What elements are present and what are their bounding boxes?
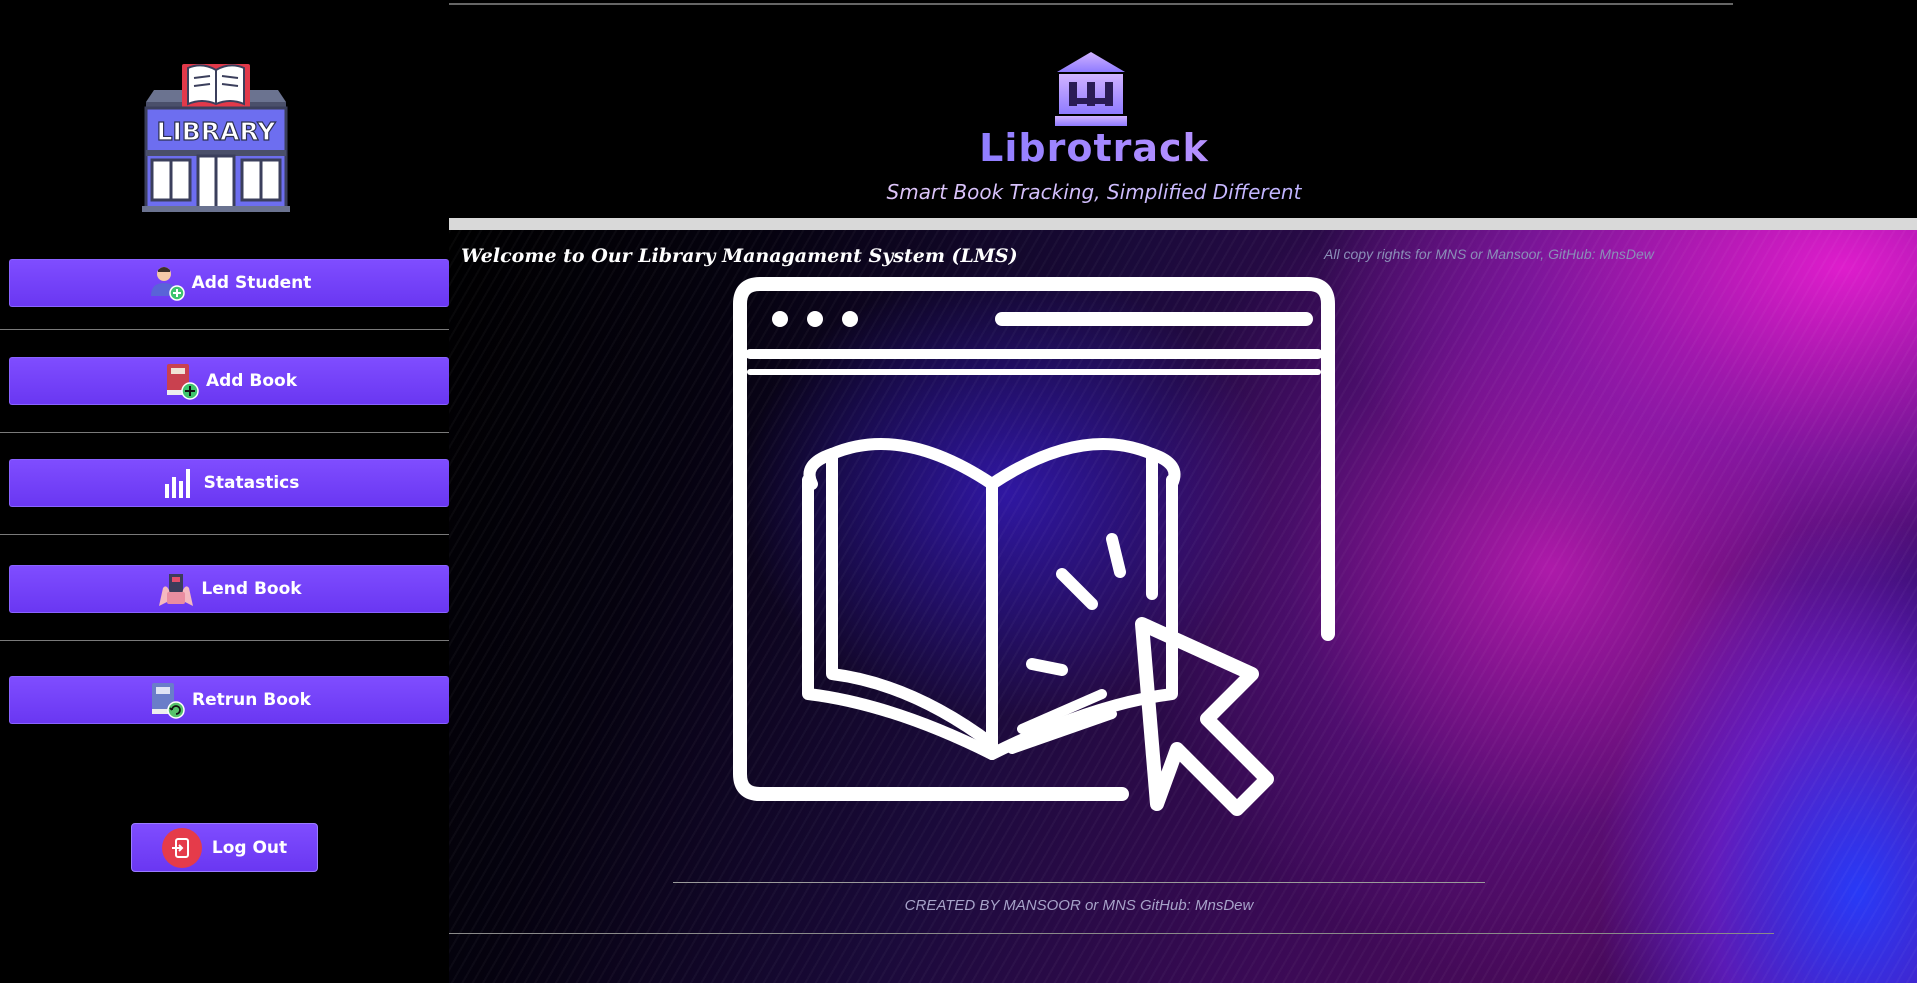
log-out-button[interactable]: Log Out — [131, 823, 318, 872]
tagline: Smart Book Tracking, Simplified Differen… — [449, 180, 1739, 204]
add-student-label: Add Student — [191, 273, 312, 293]
welcome-text: Welcome to Our Library Managament System… — [461, 245, 1018, 267]
header: Librotrack Smart Book Tracking, Simplifi… — [449, 0, 1917, 218]
footer-credit: CREATED BY MANSOOR or MNS GitHub: MnsDew — [904, 897, 1254, 914]
main-content: Welcome to Our Library Managament System… — [449, 230, 1917, 983]
separator — [0, 329, 449, 330]
statistics-button[interactable]: Statastics — [9, 459, 449, 507]
library-logo-text: LIBRARY — [157, 117, 277, 146]
return-book-button[interactable]: Retrun Book — [9, 676, 449, 724]
header-top-line — [449, 3, 1733, 5]
add-book-label: Add Book — [205, 371, 298, 391]
sidebar: LIBRARY Add Student Add Book Statastics … — [0, 0, 449, 983]
online-library-illustration-icon — [733, 277, 1335, 816]
lend-book-button[interactable]: Lend Book — [9, 565, 449, 613]
separator — [0, 640, 449, 641]
brand-name: Librotrack — [449, 126, 1739, 170]
student-add-icon — [148, 264, 186, 302]
separator — [0, 432, 449, 433]
footer-divider — [673, 882, 1485, 883]
book-add-icon — [162, 362, 200, 400]
separator — [0, 534, 449, 535]
statistics-label: Statastics — [203, 473, 300, 493]
lend-book-label: Lend Book — [201, 579, 302, 599]
add-student-button[interactable]: Add Student — [9, 259, 449, 307]
logout-icon — [161, 827, 202, 868]
copyright-note: All copy rights for MNS or Mansoor, GitH… — [1324, 246, 1654, 262]
return-book-label: Retrun Book — [192, 690, 311, 710]
library-building-icon — [1055, 52, 1127, 126]
return-book-icon — [148, 681, 186, 719]
lend-book-icon — [157, 570, 195, 608]
add-book-button[interactable]: Add Book — [9, 357, 449, 405]
log-out-label: Log Out — [211, 837, 288, 858]
header-divider — [449, 218, 1917, 230]
bar-chart-icon — [160, 464, 198, 502]
library-logo-icon: LIBRARY — [142, 64, 290, 212]
bottom-divider — [449, 933, 1774, 934]
